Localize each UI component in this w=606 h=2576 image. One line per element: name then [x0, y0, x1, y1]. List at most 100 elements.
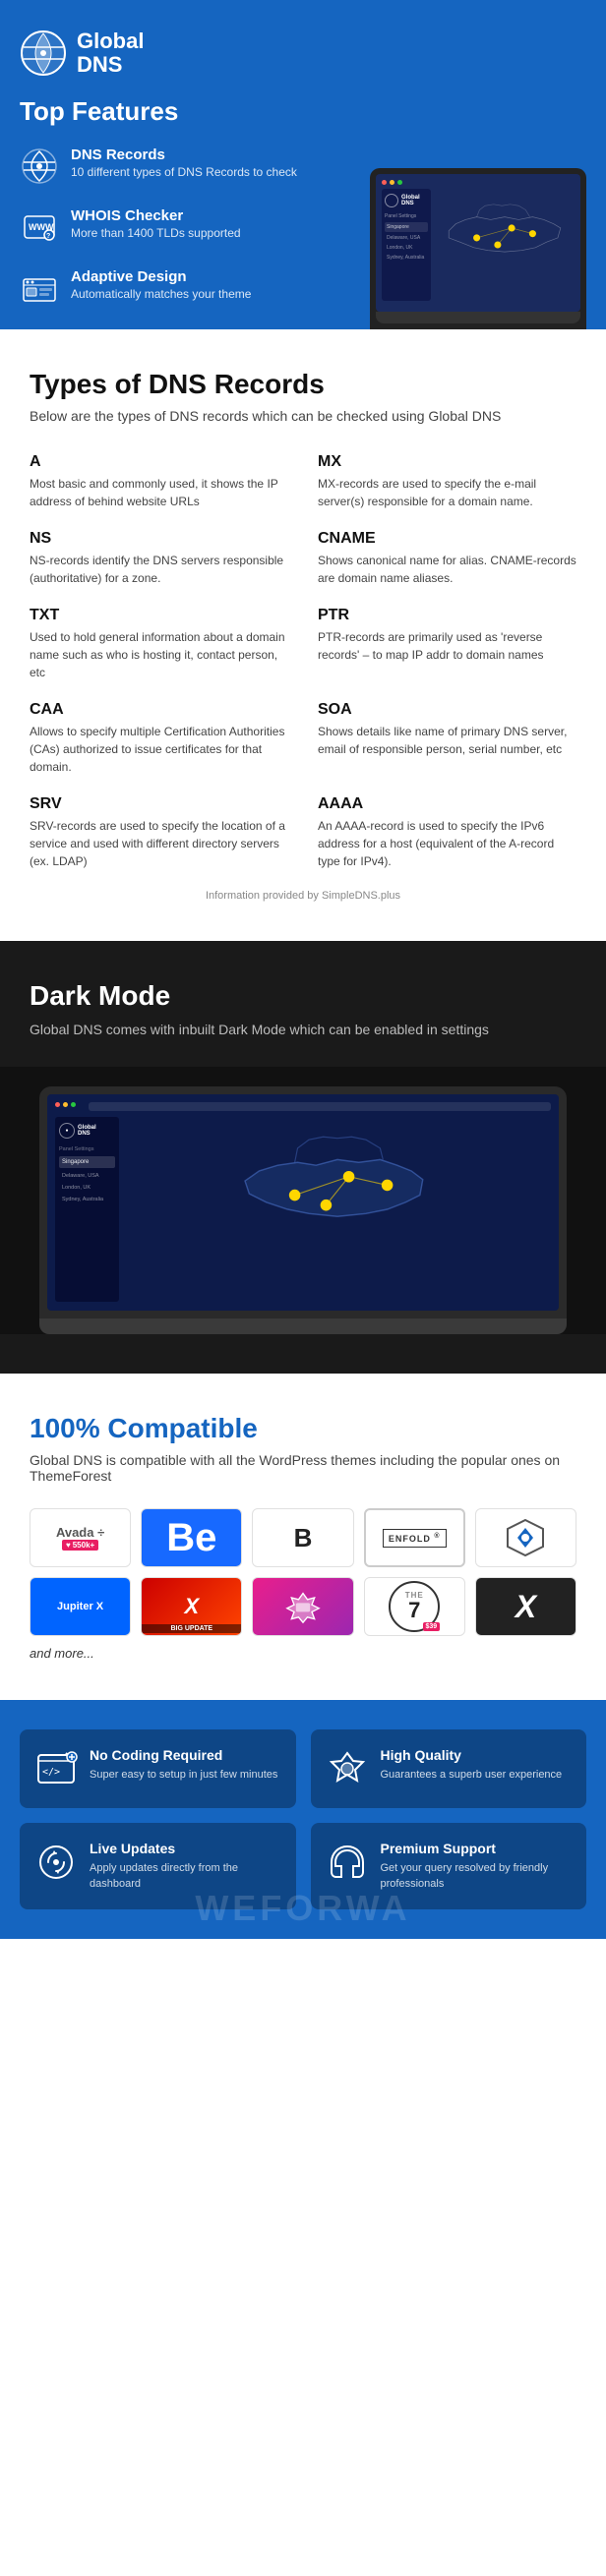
- dns-record-a: A Most basic and commonly used, it shows…: [30, 453, 288, 510]
- dns-record-aaaa: AAAA An AAAA-record is used to specify t…: [318, 795, 576, 870]
- info-source: Information provided by SimpleDNS.plus: [30, 890, 576, 902]
- theme-enfold: ENFOLD ®: [364, 1508, 465, 1567]
- premium-support-icon: [326, 1841, 369, 1884]
- feature-desc-dns: 10 different types of DNS Records to che…: [71, 165, 297, 179]
- card-title-premium-support: Premium Support: [381, 1841, 573, 1856]
- theme-jupiterx: Jupiter X: [30, 1577, 131, 1636]
- enfold-text: ENFOLD ®: [383, 1529, 447, 1548]
- themes-grid: Avada ÷ ♥ 550k+ Be B ENFOLD ®: [30, 1508, 576, 1636]
- theme-avada: Avada ÷ ♥ 550k+: [30, 1508, 131, 1567]
- dns-type-txt: TXT: [30, 607, 288, 624]
- svg-text:?: ?: [46, 233, 50, 240]
- card-high-quality: High Quality Guarantees a superb user ex…: [311, 1729, 587, 1808]
- avada-badge-count: 550k+: [73, 1541, 94, 1550]
- dns-desc-soa: Shows details like name of primary DNS s…: [318, 723, 576, 758]
- compatible-section: 100% Compatible Global DNS is compatible…: [0, 1374, 606, 1700]
- feature-item-whois: WWW ? WHOIS Checker More than 1400 TLDs …: [20, 207, 360, 247]
- laptop-mock: GlobalDNS Panel Settings Singapore Delaw…: [370, 168, 586, 329]
- dns-record-txt: TXT Used to hold general information abo…: [30, 607, 288, 681]
- jupiterx-text: Jupiter X: [57, 1601, 103, 1612]
- feature-text-adaptive: Adaptive Design Automatically matches yo…: [71, 268, 251, 301]
- feature-title-adaptive: Adaptive Design: [71, 268, 251, 285]
- dns-type-a: A: [30, 453, 288, 471]
- compatible-title: 100% Compatible: [30, 1413, 576, 1444]
- feature-desc-adaptive: Automatically matches your theme: [71, 287, 251, 301]
- adaptive-icon: [20, 268, 59, 308]
- logo-line1: Global: [77, 29, 144, 53]
- feature-text-whois: WHOIS Checker More than 1400 TLDs suppor…: [71, 207, 241, 240]
- card-text-premium-support: Premium Support Get your query resolved …: [381, 1841, 573, 1892]
- dns-type-cname: CNAME: [318, 530, 576, 548]
- dns-record-mx: MX MX-records are used to specify the e-…: [318, 453, 576, 510]
- theme-woodmart: [252, 1577, 353, 1636]
- theme-divi: [475, 1508, 576, 1567]
- dns-desc-aaaa: An AAAA-record is used to specify the IP…: [318, 817, 576, 870]
- feature-text-dns: DNS Records 10 different types of DNS Re…: [71, 146, 297, 179]
- dns-record-srv: SRV SRV-records are used to specify the …: [30, 795, 288, 870]
- dns-record-soa: SOA Shows details like name of primary D…: [318, 701, 576, 776]
- card-desc-no-coding: Super easy to setup in just few minutes: [90, 1768, 277, 1783]
- dns-desc-ns: NS-records identify the DNS servers resp…: [30, 552, 288, 587]
- dns-type-srv: SRV: [30, 795, 288, 813]
- bridge-text: B: [294, 1523, 313, 1553]
- dns-desc-ptr: PTR-records are primarily used as 'rever…: [318, 628, 576, 664]
- dns-type-mx: MX: [318, 453, 576, 471]
- features-layout: DNS Records 10 different types of DNS Re…: [20, 146, 586, 329]
- card-text-no-coding: No Coding Required Super easy to setup i…: [90, 1747, 277, 1783]
- feature-title-dns: DNS Records: [71, 146, 297, 163]
- cards-grid: </> No Coding Required Super easy to set…: [20, 1729, 586, 1909]
- card-title-high-quality: High Quality: [381, 1747, 563, 1763]
- dns-record-cname: CNAME Shows canonical name for alias. CN…: [318, 530, 576, 587]
- xtheme-text: X: [515, 1589, 536, 1625]
- features-list: DNS Records 10 different types of DNS Re…: [20, 146, 360, 329]
- dns-record-caa: CAA Allows to specify multiple Certifica…: [30, 701, 288, 776]
- logo-line2: DNS: [77, 53, 144, 77]
- laptop-screen: GlobalDNS Panel Settings Singapore Delaw…: [376, 174, 580, 312]
- dark-mode-subtitle: Global DNS comes with inbuilt Dark Mode …: [30, 1022, 576, 1037]
- dark-laptop-container: ● GlobalDNS Panel Settings Singapore Del…: [0, 1067, 606, 1334]
- no-coding-icon: </>: [34, 1747, 78, 1790]
- theme-behance: Be: [141, 1508, 242, 1567]
- card-desc-premium-support: Get your query resolved by friendly prof…: [381, 1861, 573, 1892]
- card-title-live-updates: Live Updates: [90, 1841, 281, 1856]
- card-desc-high-quality: Guarantees a superb user experience: [381, 1768, 563, 1783]
- card-live-updates: Live Updates Apply updates directly from…: [20, 1823, 296, 1909]
- svg-text:</>: </>: [42, 1767, 60, 1778]
- card-title-no-coding: No Coding Required: [90, 1747, 277, 1763]
- theme-xtemos: X BIG UPDATE: [141, 1577, 242, 1636]
- card-text-high-quality: High Quality Guarantees a superb user ex…: [381, 1747, 563, 1783]
- dns-types-subtitle: Below are the types of DNS records which…: [30, 408, 576, 424]
- card-desc-live-updates: Apply updates directly from the dashboar…: [90, 1861, 281, 1892]
- logo-text: Global DNS: [77, 29, 144, 77]
- live-updates-icon: [34, 1841, 78, 1884]
- behance-text: Be: [166, 1516, 216, 1560]
- compatible-subtitle: Global DNS is compatible with all the Wo…: [30, 1452, 576, 1484]
- theme-x: X: [475, 1577, 576, 1636]
- dns-desc-caa: Allows to specify multiple Certification…: [30, 723, 288, 776]
- feature-desc-whois: More than 1400 TLDs supported: [71, 226, 241, 240]
- card-premium-support: Premium Support Get your query resolved …: [311, 1823, 587, 1909]
- dns-desc-txt: Used to hold general information about a…: [30, 628, 288, 681]
- feature-title-whois: WHOIS Checker: [71, 207, 241, 224]
- dns-type-caa: CAA: [30, 701, 288, 719]
- top-features-section: Global DNS Top Features DNS Records: [0, 0, 606, 329]
- logo-area: Global DNS: [20, 29, 586, 77]
- feature-item-dns: DNS Records 10 different types of DNS Re…: [20, 146, 360, 186]
- card-text-live-updates: Live Updates Apply updates directly from…: [90, 1841, 281, 1892]
- feature-item-adaptive: Adaptive Design Automatically matches yo…: [20, 268, 360, 308]
- dns-desc-srv: SRV-records are used to specify the loca…: [30, 817, 288, 870]
- logo-icon: [20, 29, 67, 77]
- dns-record-ns: NS NS-records identify the DNS servers r…: [30, 530, 288, 587]
- dns-types-title: Types of DNS Records: [30, 369, 576, 400]
- and-more: and more...: [30, 1646, 576, 1661]
- laptop-preview: GlobalDNS Panel Settings Singapore Delaw…: [370, 168, 586, 329]
- dns-type-ns: NS: [30, 530, 288, 548]
- woodmart-icon: [285, 1589, 321, 1624]
- dns-type-ptr: PTR: [318, 607, 576, 624]
- dns-types-section: Types of DNS Records Below are the types…: [0, 329, 606, 941]
- theme-the7: THE 7 $39: [364, 1577, 465, 1636]
- top-features-title: Top Features: [20, 96, 586, 127]
- divi-icon: [506, 1518, 545, 1557]
- theme-bridge: B: [252, 1508, 353, 1567]
- dark-mode-title: Dark Mode: [30, 980, 576, 1012]
